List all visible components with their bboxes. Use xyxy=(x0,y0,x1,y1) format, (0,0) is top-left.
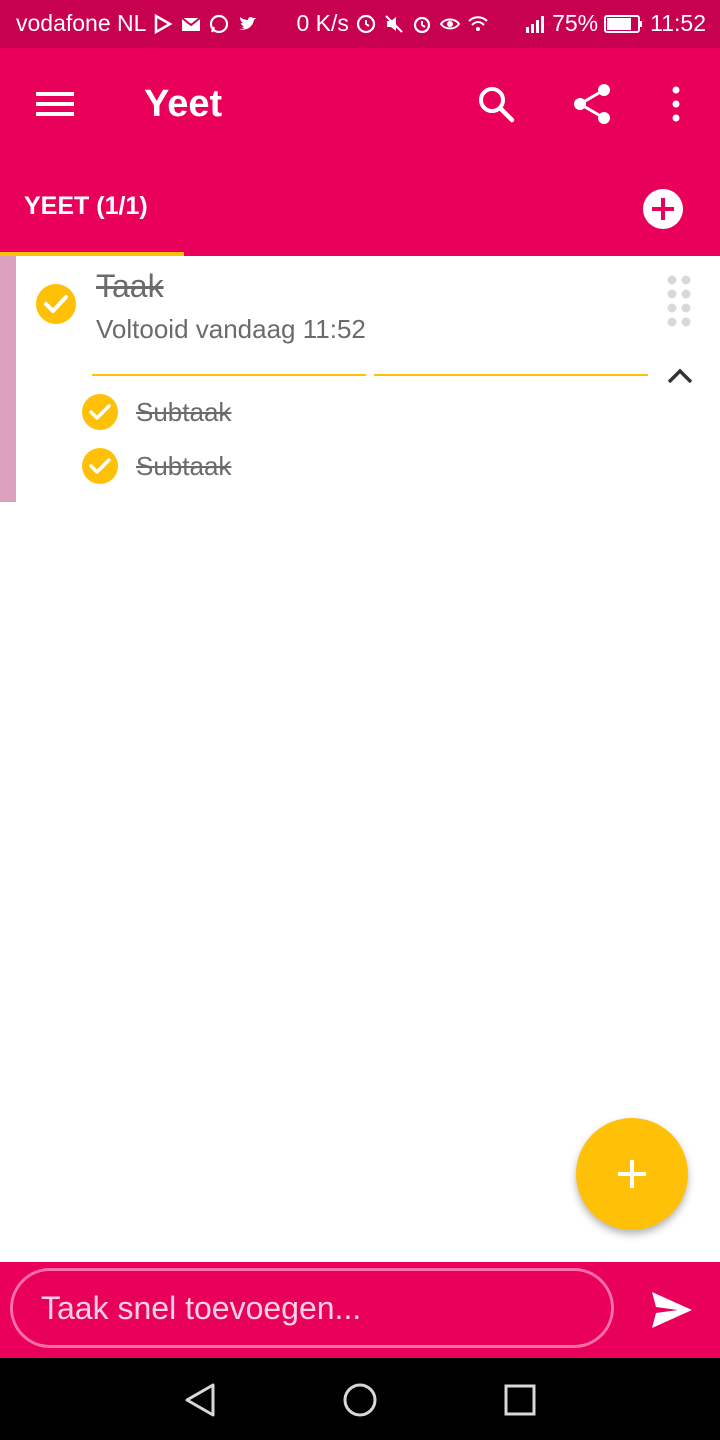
check-circle-icon xyxy=(82,448,118,484)
home-circle-icon xyxy=(343,1383,377,1417)
play-store-icon xyxy=(155,13,173,34)
tab-yeet[interactable]: YEET (1/1) xyxy=(0,160,184,256)
send-button[interactable] xyxy=(648,1286,696,1334)
tab-label: YEET (1/1) xyxy=(24,192,148,220)
more-options-button[interactable] xyxy=(648,76,704,132)
net-speed-label: 0 K/s xyxy=(296,10,349,36)
subtask-label: Subtaak xyxy=(136,397,232,427)
task-completed-date: Voltooid vandaag 11:52 xyxy=(96,314,366,344)
status-bar-right: 75% 11:52 xyxy=(524,10,706,37)
subtask-progress-line xyxy=(374,374,648,376)
add-task-fab[interactable] xyxy=(576,1118,688,1230)
share-button[interactable] xyxy=(564,76,620,132)
subtask-progress-line xyxy=(92,374,366,376)
nav-recents-button[interactable] xyxy=(498,1378,542,1422)
list-tabs: YEET (1/1) xyxy=(0,160,720,256)
add-list-button[interactable] xyxy=(642,188,684,230)
search-button[interactable] xyxy=(468,76,524,132)
add-circle-icon xyxy=(643,189,683,229)
carrier-label: vodafone NL xyxy=(16,10,147,36)
data-saver-icon xyxy=(356,14,375,33)
task-title: Taak xyxy=(96,268,164,304)
alarm-icon xyxy=(413,16,430,33)
chevron-up-icon xyxy=(667,368,693,384)
twitter-icon xyxy=(239,16,257,30)
quick-add-bar xyxy=(0,1262,720,1358)
check-circle-icon xyxy=(82,394,118,430)
battery-icon xyxy=(604,14,643,33)
check-circle-icon xyxy=(36,284,76,324)
back-triangle-icon xyxy=(185,1383,215,1417)
quick-add-input[interactable] xyxy=(10,1268,614,1348)
status-bar-left: vodafone NL 0 K/s xyxy=(16,10,489,37)
nav-home-button[interactable] xyxy=(338,1378,382,1422)
clock-label: 11:52 xyxy=(650,10,706,36)
list-color-stripe xyxy=(0,256,16,502)
share-icon xyxy=(574,84,610,124)
task-item[interactable]: Taak Voltooid vandaag 11:52 Subtaak Subt… xyxy=(0,256,720,502)
signal-icon xyxy=(526,15,545,33)
search-icon xyxy=(479,87,515,123)
battery-percent-label: 75% xyxy=(552,10,599,36)
plus-icon xyxy=(618,1160,646,1188)
recents-square-icon xyxy=(504,1384,536,1416)
toolbar-title: Yeet xyxy=(144,83,223,125)
system-nav-bar xyxy=(0,1358,720,1440)
menu-button[interactable] xyxy=(28,80,84,128)
send-icon xyxy=(652,1292,692,1328)
subtask-item[interactable]: Subtaak xyxy=(80,392,600,432)
collapse-subtasks-button[interactable] xyxy=(664,360,696,392)
mute-icon xyxy=(385,14,403,33)
eye-comfort-icon xyxy=(439,18,461,29)
subtask-item[interactable]: Subtaak xyxy=(80,446,600,486)
wifi-icon xyxy=(468,15,488,31)
subtask-label: Subtaak xyxy=(136,451,232,481)
menu-icon xyxy=(36,92,74,116)
more-vert-icon xyxy=(672,86,680,122)
status-bar: vodafone NL 0 K/s 75% 11:52 xyxy=(0,0,720,48)
app-toolbar: Yeet xyxy=(0,48,720,160)
whatsapp-icon xyxy=(210,14,229,33)
drag-handle[interactable] xyxy=(666,274,692,336)
subtask-checkbox[interactable] xyxy=(82,448,118,484)
subtask-checkbox[interactable] xyxy=(82,394,118,430)
drag-handle-icon xyxy=(667,275,691,327)
task-checkbox[interactable] xyxy=(36,284,76,324)
nav-back-button[interactable] xyxy=(178,1378,222,1422)
gmail-icon xyxy=(181,16,202,31)
